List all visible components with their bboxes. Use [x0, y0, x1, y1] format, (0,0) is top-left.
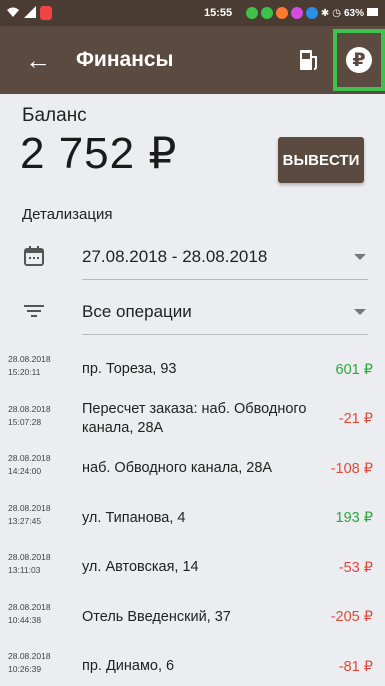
notification-dot-icon — [260, 7, 273, 19]
transaction-amount: -205 ₽ — [330, 609, 373, 626]
notification-dot-icon — [290, 7, 303, 19]
status-time: 15:55 — [204, 7, 233, 19]
transaction-datetime: 28.08.2018 13:27:45 — [8, 502, 51, 526]
app-bar: ← Финансы ₽ — [0, 26, 385, 94]
notification-dot-icon — [305, 7, 318, 19]
battery-icon — [367, 7, 379, 19]
transaction-row[interactable]: 28.08.2018 15:07:28 Пересчет заказа: наб.… — [0, 395, 385, 445]
transaction-address: пр. Динамо, 6 — [82, 658, 175, 675]
date-range-filter[interactable]: 27.08.2018 - 28.08.2018 — [0, 234, 385, 280]
transaction-row[interactable]: 28.08.2018 10:44:38 Отель Введенский, 37 … — [0, 593, 385, 643]
balance-value: 2 752 ₽ — [20, 129, 178, 178]
ruble-finance-button[interactable]: ₽ — [333, 29, 385, 91]
transaction-datetime: 28.08.2018 15:07:28 — [8, 403, 51, 427]
date-range-select[interactable]: 27.08.2018 - 28.08.2018 — [82, 234, 368, 280]
notification-dot-icon — [275, 7, 288, 19]
transaction-amount: -81 ₽ — [338, 658, 373, 675]
operations-value: Все операции — [82, 301, 192, 321]
transaction-amount: -21 ₽ — [338, 411, 373, 428]
transaction-address: наб. Обводного канала, 28А — [82, 460, 273, 477]
back-arrow-icon[interactable]: ← — [14, 45, 62, 76]
transaction-address: Пересчет заказа: наб. Обводного канала, … — [82, 401, 307, 437]
ruble-icon: ₽ — [346, 47, 372, 73]
bluetooth-icon: ✱ — [320, 7, 330, 19]
transaction-address: ул. Автовская, 14 — [82, 559, 199, 576]
transaction-row[interactable]: 28.08.2018 14:24:00 наб. Обводного канала… — [0, 444, 385, 494]
status-bar: 15:55 ✱ ◷ 63% — [0, 0, 385, 26]
transaction-datetime: 28.08.2018 14:24:00 — [8, 453, 51, 476]
transaction-row[interactable]: 28.08.2018 10:26:39 пр. Динамо, 6 -81 ₽ — [0, 642, 385, 686]
transaction-address: ул. Типанова, 4 — [82, 509, 186, 526]
notification-dot-icon — [245, 7, 258, 19]
transaction-amount: -108 ₽ — [330, 460, 373, 477]
date-range-value: 27.08.2018 - 28.08.2018 — [82, 246, 268, 266]
notification-app-icon — [40, 6, 52, 20]
signal-icon — [24, 5, 36, 21]
transaction-amount: 193 ₽ — [335, 510, 373, 527]
transaction-amount: 601 ₽ — [335, 361, 373, 378]
balance-label: Баланс — [22, 105, 87, 126]
calendar-icon — [22, 244, 46, 268]
wifi-icon — [6, 6, 20, 21]
transaction-address: Отель Введенский, 37 — [82, 608, 231, 625]
alarm-icon: ◷ — [332, 7, 341, 19]
fuel-station-icon[interactable] — [285, 49, 333, 71]
withdraw-button[interactable]: ВЫВЕСТИ — [278, 137, 364, 183]
operations-filter[interactable]: Все операции — [0, 289, 385, 335]
transaction-amount: -53 ₽ — [338, 559, 373, 576]
dropdown-caret-icon — [354, 309, 366, 315]
operations-select[interactable]: Все операции — [82, 289, 368, 335]
details-heading: Детализация — [22, 206, 113, 223]
transaction-datetime: 28.08.2018 10:44:38 — [8, 601, 51, 625]
transaction-list: 28.08.2018 15:20:11 пр. Тореза, 93 601 ₽ … — [0, 345, 385, 686]
dropdown-caret-icon — [354, 254, 366, 260]
transaction-datetime: 28.08.2018 10:26:39 — [8, 651, 51, 674]
transaction-datetime: 28.08.2018 15:20:11 — [8, 354, 51, 377]
transaction-row[interactable]: 28.08.2018 13:11:03 ул. Автовская, 14 -53… — [0, 543, 385, 593]
battery-text: 63% — [343, 7, 364, 19]
transaction-datetime: 28.08.2018 13:11:03 — [8, 552, 51, 575]
filter-icon — [22, 299, 46, 323]
page-title: Финансы — [76, 48, 174, 71]
transaction-row[interactable]: 28.08.2018 15:20:11 пр. Тореза, 93 601 ₽ — [0, 345, 385, 395]
transaction-address: пр. Тореза, 93 — [82, 361, 177, 378]
transaction-row[interactable]: 28.08.2018 13:27:45 ул. Типанова, 4 193 ₽ — [0, 494, 385, 544]
